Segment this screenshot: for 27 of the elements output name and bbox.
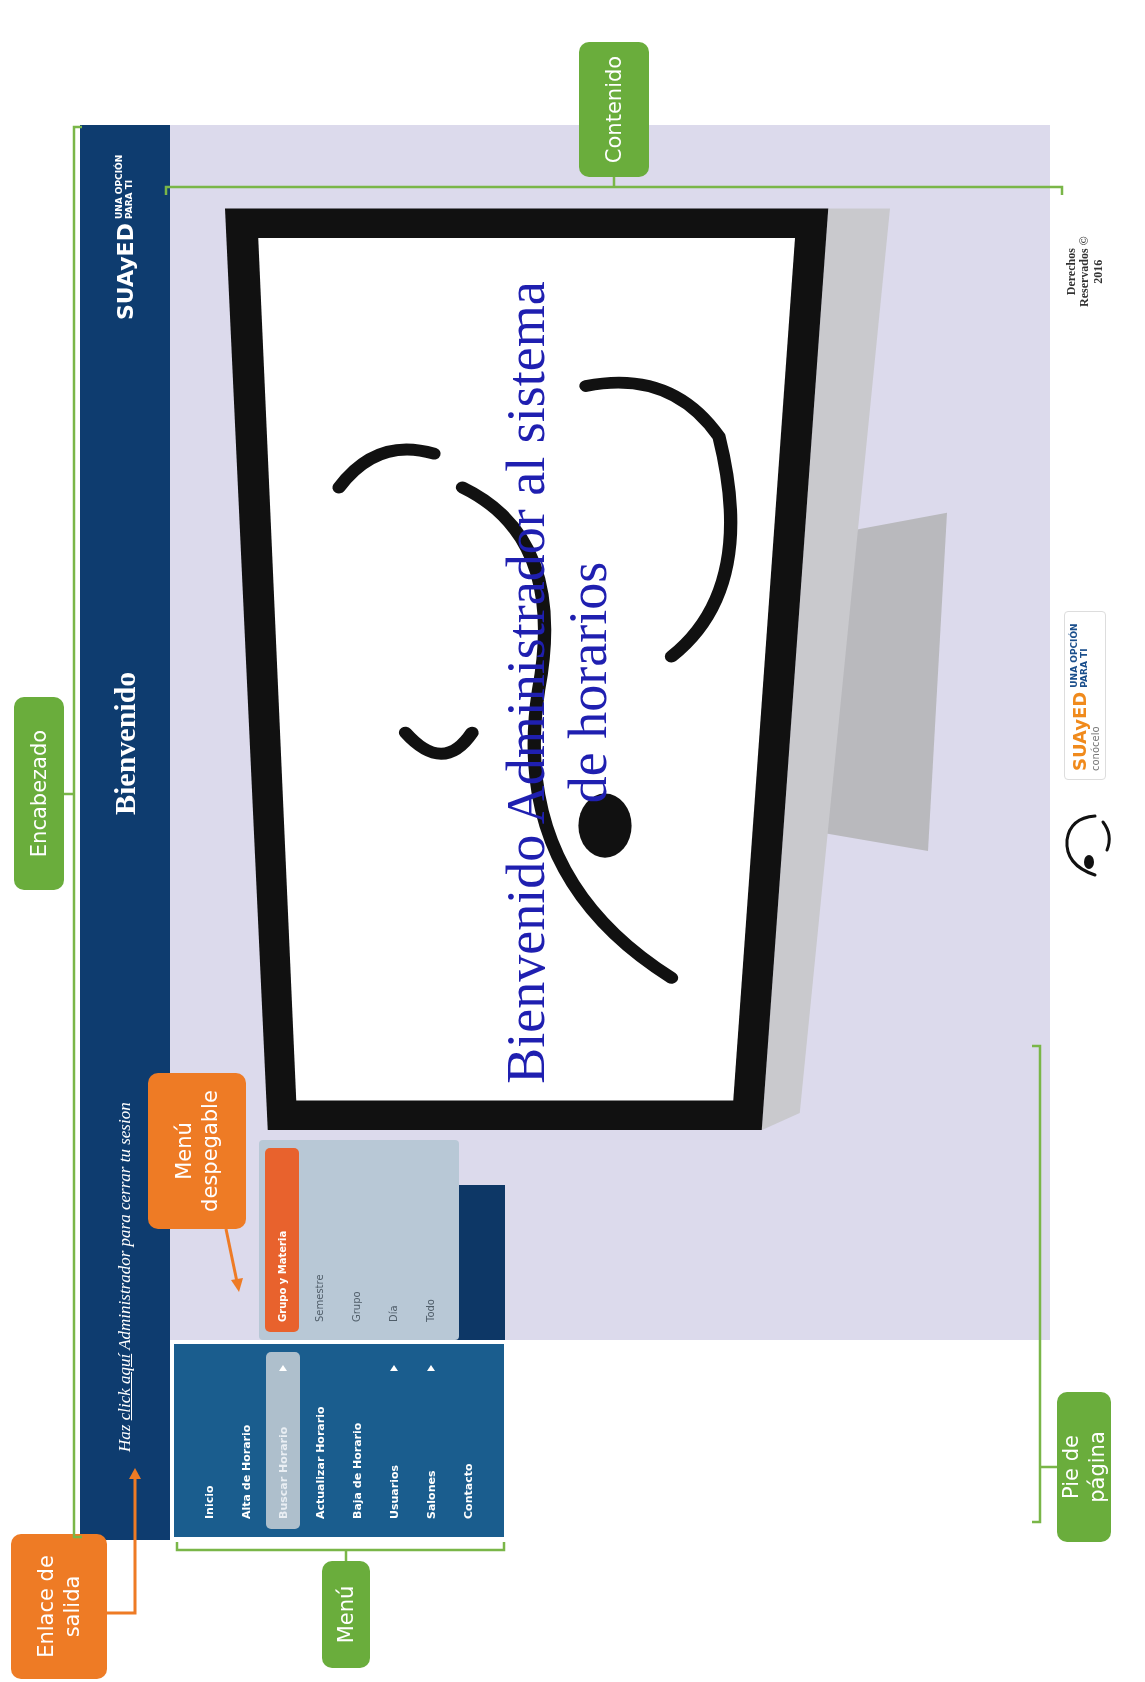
annotation-label: Contenido	[579, 42, 649, 177]
menu-item[interactable]: Actualizar Horario	[303, 1352, 337, 1529]
logout-link[interactable]: click aquí	[115, 1353, 134, 1421]
dropdown-item[interactable]: Semestre	[302, 1148, 336, 1332]
annotation-label: Encabezado	[14, 697, 64, 890]
logout-text: Haz click aquí Administrador para cerrar tu sesion	[115, 1101, 135, 1452]
page-title: Bienvenido	[108, 670, 142, 815]
annotation-label: Menú despegable	[148, 1073, 246, 1229]
dropdown-item[interactable]: Todo	[413, 1148, 447, 1332]
annotation-label: Enlace de salida	[11, 1534, 107, 1679]
menu-item[interactable]: Usuarios	[377, 1352, 411, 1529]
dropdown-item[interactable]: Grupo	[339, 1148, 373, 1332]
menu-item[interactable]: Inicio	[192, 1352, 226, 1529]
annotation-label: Menú	[322, 1561, 370, 1668]
logo-text: SUAyED	[112, 223, 138, 320]
menu-item[interactable]: Contacto	[451, 1352, 485, 1529]
menu-item[interactable]: Salones	[414, 1352, 448, 1529]
menu-item[interactable]: Baja de Horario	[340, 1352, 374, 1529]
logo-caption: conócelo	[1090, 726, 1101, 771]
annotation-arrow	[224, 1228, 243, 1292]
logo-tagline: UNA OPCIÓN PARA TI	[115, 153, 135, 220]
annotation-label: Pie de página	[1057, 1392, 1111, 1542]
dropdown-item[interactable]: Día	[376, 1148, 410, 1332]
logo-text: SUAyED	[1069, 691, 1090, 771]
copyright-text: Derechos Reservados © 2016	[1065, 235, 1105, 309]
menu-item[interactable]: Alta de Horario	[229, 1352, 263, 1529]
logo-tagline: UNA OPCIÓN PARA TI	[1069, 622, 1090, 688]
